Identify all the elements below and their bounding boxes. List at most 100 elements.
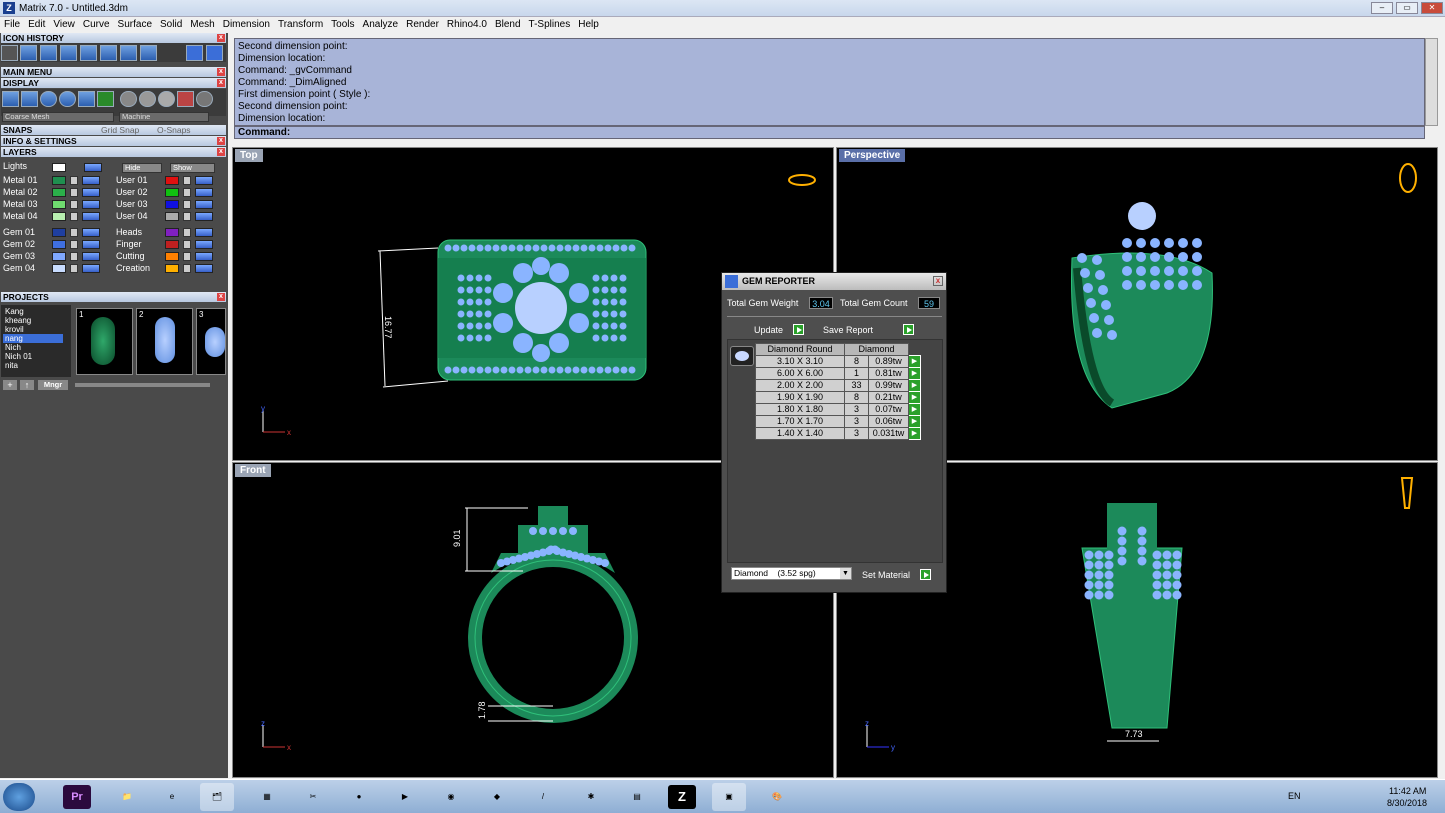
gem-select-arrow-icon[interactable]: ▶: [908, 391, 921, 404]
layer-visibility-toggle[interactable]: [82, 200, 100, 209]
menu-item[interactable]: Render: [402, 17, 443, 33]
project-item[interactable]: krovil: [3, 325, 63, 334]
layer-color-swatch[interactable]: [52, 176, 66, 185]
layer-visibility-toggle[interactable]: [195, 240, 213, 249]
app-icon[interactable]: ▤: [620, 783, 654, 811]
close-button[interactable]: ✕: [1421, 2, 1443, 14]
render-icon[interactable]: [78, 91, 95, 107]
menu-item[interactable]: T-Splines: [525, 17, 575, 33]
layer-name[interactable]: Cutting: [116, 251, 145, 262]
close-icon[interactable]: x: [933, 276, 943, 286]
layer-color-swatch[interactable]: [165, 176, 179, 185]
tool-icon[interactable]: [140, 45, 157, 61]
gem-row[interactable]: 1.90 X 1.90 8 0.21tw ▶: [755, 391, 921, 404]
clock-date[interactable]: 8/30/2018: [1387, 798, 1427, 808]
menu-item[interactable]: Analyze: [359, 17, 403, 33]
shade-icon[interactable]: [21, 91, 38, 107]
layer-name[interactable]: User 04: [116, 211, 148, 222]
hide-button[interactable]: Hide: [122, 163, 162, 173]
tool-icon[interactable]: [100, 45, 117, 61]
layer-visibility-toggle[interactable]: [195, 252, 213, 261]
gem-row[interactable]: 1.70 X 1.70 3 0.06tw ▶: [755, 415, 921, 428]
project-item[interactable]: Kang: [3, 307, 63, 316]
material-select[interactable]: Machine: [119, 112, 209, 122]
layer-color-swatch[interactable]: [52, 240, 66, 249]
layer-name[interactable]: Finger: [116, 239, 142, 250]
layer-visibility-toggle[interactable]: [82, 188, 100, 197]
arrow-right-icon[interactable]: [206, 45, 223, 61]
layer-name[interactable]: Metal 04: [3, 211, 38, 222]
main-menu-header[interactable]: MAIN MENU x: [1, 67, 226, 77]
app-icon[interactable]: ◆: [480, 783, 514, 811]
language-indicator[interactable]: EN: [1288, 791, 1301, 801]
lock-icon[interactable]: [183, 212, 191, 221]
layer-color-swatch[interactable]: [165, 240, 179, 249]
tool-icon[interactable]: [120, 45, 137, 61]
gem-row[interactable]: 1.80 X 1.80 3 0.07tw ▶: [755, 403, 921, 416]
tool-icon[interactable]: [1, 45, 18, 61]
tool-icon[interactable]: [20, 45, 37, 61]
menu-item[interactable]: Tools: [327, 17, 358, 33]
gem-select-arrow-icon[interactable]: ▶: [908, 367, 921, 380]
lock-icon[interactable]: [183, 264, 191, 273]
firefox-app-icon[interactable]: ●: [342, 783, 376, 811]
manager-button[interactable]: Mngr: [38, 380, 68, 390]
layer-visibility-toggle[interactable]: [82, 228, 100, 237]
app-icon[interactable]: ✱: [574, 783, 608, 811]
ie-app-icon[interactable]: e: [155, 783, 189, 811]
layer-visibility-toggle[interactable]: [82, 212, 100, 221]
material-icon[interactable]: [177, 91, 194, 107]
gem-select-arrow-icon[interactable]: ▶: [908, 379, 921, 392]
lock-icon[interactable]: [70, 212, 78, 221]
layer-visibility-toggle[interactable]: [195, 228, 213, 237]
layer-color-swatch[interactable]: [165, 200, 179, 209]
layer-visibility-toggle[interactable]: [195, 264, 213, 273]
lock-icon[interactable]: [183, 200, 191, 209]
lock-icon[interactable]: [70, 252, 78, 261]
layer-visibility-toggle[interactable]: [82, 264, 100, 273]
sphere-icon[interactable]: [196, 91, 213, 107]
snaps-header[interactable]: SNAPS Grid Snap O-Snaps: [1, 125, 226, 135]
material-dropdown[interactable]: Diamond (3.52 spg) ▼: [731, 567, 852, 580]
menu-item[interactable]: Blend: [491, 17, 525, 33]
menu-item[interactable]: Edit: [24, 17, 49, 33]
premiere-app-icon[interactable]: Pr: [63, 785, 91, 809]
project-item[interactable]: Nich 01: [3, 352, 63, 361]
project-item[interactable]: Nich: [3, 343, 63, 352]
tool-icon[interactable]: [40, 45, 57, 61]
menu-item[interactable]: Surface: [114, 17, 156, 33]
close-icon[interactable]: x: [217, 293, 225, 301]
layer-name[interactable]: User 02: [116, 187, 148, 198]
layer-color-swatch[interactable]: [52, 188, 66, 197]
layer-name[interactable]: Gem 02: [3, 239, 35, 250]
app-icon[interactable]: /: [526, 783, 560, 811]
menu-item[interactable]: View: [49, 17, 79, 33]
layer-color-swatch[interactable]: [165, 264, 179, 273]
chrome-app-icon[interactable]: ◉: [434, 783, 468, 811]
menu-item[interactable]: Mesh: [186, 17, 218, 33]
info-settings-header[interactable]: INFO & SETTINGS x: [1, 136, 226, 146]
minimize-button[interactable]: –: [1371, 2, 1393, 14]
grid-icon[interactable]: [97, 91, 114, 107]
up-project-button[interactable]: ↑: [20, 380, 34, 390]
display-header[interactable]: DISPLAY x: [1, 78, 226, 88]
mesh-select[interactable]: Coarse Mesh: [2, 112, 114, 122]
lights-swatch[interactable]: [52, 163, 66, 172]
paint-app-icon[interactable]: 🎨: [760, 783, 794, 811]
show-button[interactable]: Show: [170, 163, 215, 173]
lights-visibility[interactable]: [84, 163, 102, 172]
menu-item[interactable]: Help: [574, 17, 603, 33]
layer-name[interactable]: Creation: [116, 263, 150, 274]
layer-name[interactable]: Gem 03: [3, 251, 35, 262]
app-icon[interactable]: ▣: [712, 783, 746, 811]
grid-snap-toggle[interactable]: Grid Snap: [101, 125, 139, 135]
close-icon[interactable]: x: [217, 79, 225, 87]
layer-visibility-toggle[interactable]: [195, 176, 213, 185]
snipping-app-icon[interactable]: ✂: [296, 783, 330, 811]
lock-icon[interactable]: [70, 240, 78, 249]
clock-time[interactable]: 11:42 AM: [1389, 786, 1426, 796]
lock-icon[interactable]: [183, 240, 191, 249]
project-thumb[interactable]: 3: [196, 308, 226, 375]
lock-icon[interactable]: [183, 228, 191, 237]
layer-color-swatch[interactable]: [165, 228, 179, 237]
